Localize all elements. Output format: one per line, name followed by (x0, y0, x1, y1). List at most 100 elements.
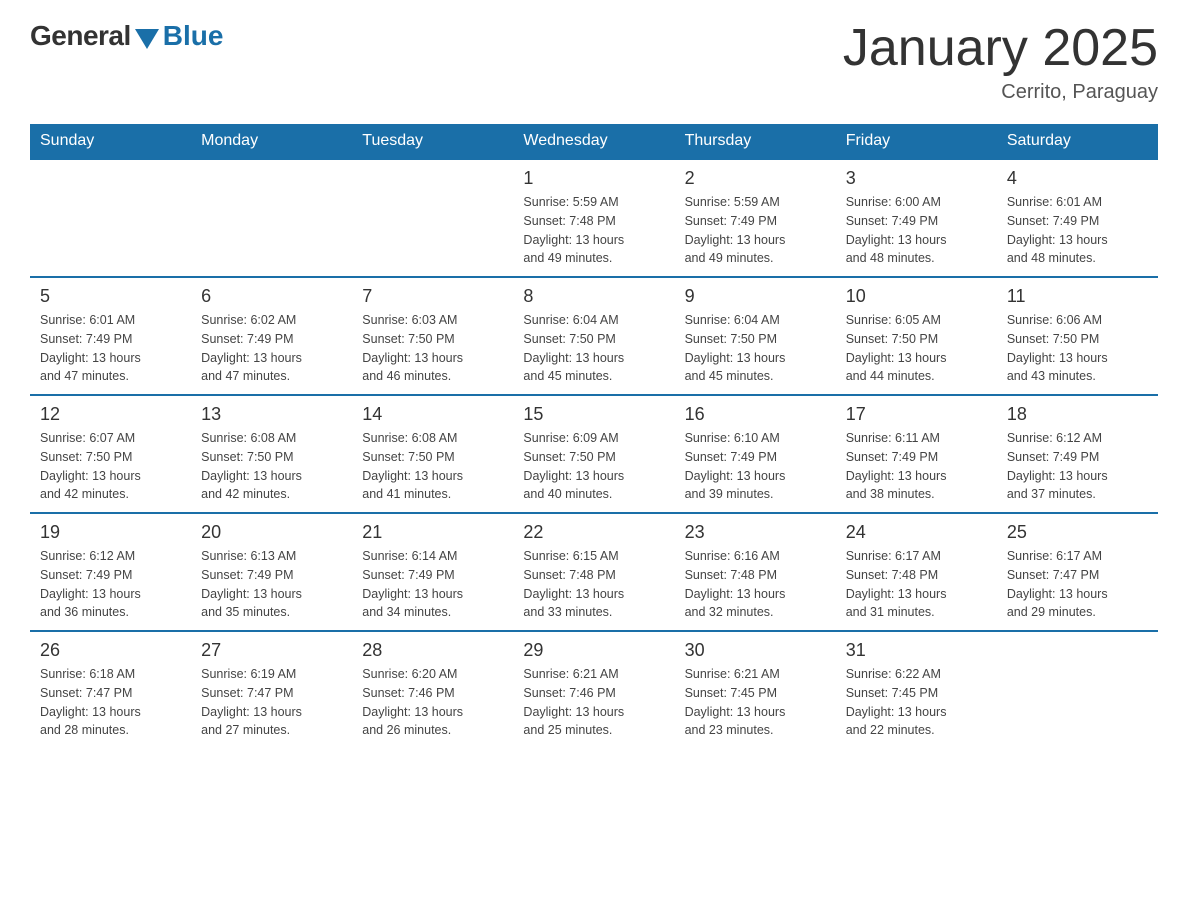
calendar-cell: 30 Sunrise: 6:21 AM Sunset: 7:45 PM Dayli… (675, 631, 836, 748)
calendar-cell: 16Sunrise: 6:10 AM Sunset: 7:49 PM Dayli… (675, 395, 836, 513)
day-info: Sunrise: 6:01 AM Sunset: 7:49 PM Dayligh… (40, 311, 181, 386)
day-info: Sunrise: 6:17 AM Sunset: 7:48 PM Dayligh… (846, 547, 987, 622)
calendar-cell: 28 Sunrise: 6:20 AM Sunset: 7:46 PM Dayli… (352, 631, 513, 748)
day-number: 7 (362, 286, 503, 307)
calendar-cell: 10Sunrise: 6:05 AM Sunset: 7:50 PM Dayli… (836, 277, 997, 395)
calendar-cell (352, 159, 513, 277)
calendar-cell: 11Sunrise: 6:06 AM Sunset: 7:50 PM Dayli… (997, 277, 1158, 395)
day-number: 2 (685, 168, 826, 189)
calendar-cell: 13 Sunrise: 6:08 AM Sunset: 7:50 PM Dayli… (191, 395, 352, 513)
calendar-table: SundayMondayTuesdayWednesdayThursdayFrid… (30, 124, 1158, 748)
day-info: Sunrise: 6:21 AM Sunset: 7:46 PM Dayligh… (523, 665, 664, 740)
calendar-cell (191, 159, 352, 277)
calendar-week-3: 12 Sunrise: 6:07 AM Sunset: 7:50 PM Dayli… (30, 395, 1158, 513)
day-info: Sunrise: 6:21 AM Sunset: 7:45 PM Dayligh… (685, 665, 826, 740)
day-info: Sunrise: 6:18 AM Sunset: 7:47 PM Dayligh… (40, 665, 181, 740)
day-number: 20 (201, 522, 342, 543)
calendar-cell: 22 Sunrise: 6:15 AM Sunset: 7:48 PM Dayli… (513, 513, 674, 631)
day-number: 22 (523, 522, 664, 543)
day-number: 26 (40, 640, 181, 661)
day-number: 25 (1007, 522, 1148, 543)
logo-blue-text: Blue (163, 20, 224, 52)
calendar-cell: 18 Sunrise: 6:12 AM Sunset: 7:49 PM Dayli… (997, 395, 1158, 513)
day-info: Sunrise: 6:07 AM Sunset: 7:50 PM Dayligh… (40, 429, 181, 504)
day-number: 12 (40, 404, 181, 425)
day-number: 17 (846, 404, 987, 425)
day-info: Sunrise: 6:00 AM Sunset: 7:49 PM Dayligh… (846, 193, 987, 268)
day-info: Sunrise: 6:17 AM Sunset: 7:47 PM Dayligh… (1007, 547, 1148, 622)
calendar-cell: 27 Sunrise: 6:19 AM Sunset: 7:47 PM Dayli… (191, 631, 352, 748)
calendar-week-5: 26 Sunrise: 6:18 AM Sunset: 7:47 PM Dayli… (30, 631, 1158, 748)
calendar-cell: 24 Sunrise: 6:17 AM Sunset: 7:48 PM Dayli… (836, 513, 997, 631)
day-info: Sunrise: 6:20 AM Sunset: 7:46 PM Dayligh… (362, 665, 503, 740)
calendar-cell (997, 631, 1158, 748)
day-number: 27 (201, 640, 342, 661)
day-info: Sunrise: 6:12 AM Sunset: 7:49 PM Dayligh… (40, 547, 181, 622)
location-text: Cerrito, Paraguay (843, 81, 1158, 104)
day-number: 15 (523, 404, 664, 425)
calendar-cell: 3 Sunrise: 6:00 AM Sunset: 7:49 PM Daylig… (836, 159, 997, 277)
day-info: Sunrise: 6:06 AM Sunset: 7:50 PM Dayligh… (1007, 311, 1148, 386)
calendar-cell: 25 Sunrise: 6:17 AM Sunset: 7:47 PM Dayli… (997, 513, 1158, 631)
calendar-cell: 7 Sunrise: 6:03 AM Sunset: 7:50 PM Daylig… (352, 277, 513, 395)
column-header-saturday: Saturday (997, 124, 1158, 159)
day-info: Sunrise: 6:15 AM Sunset: 7:48 PM Dayligh… (523, 547, 664, 622)
day-number: 5 (40, 286, 181, 307)
day-info: Sunrise: 6:22 AM Sunset: 7:45 PM Dayligh… (846, 665, 987, 740)
day-info: Sunrise: 6:19 AM Sunset: 7:47 PM Dayligh… (201, 665, 342, 740)
month-title: January 2025 (843, 20, 1158, 77)
calendar-cell: 19 Sunrise: 6:12 AM Sunset: 7:49 PM Dayli… (30, 513, 191, 631)
day-info: Sunrise: 6:09 AM Sunset: 7:50 PM Dayligh… (523, 429, 664, 504)
day-number: 19 (40, 522, 181, 543)
day-number: 23 (685, 522, 826, 543)
day-number: 18 (1007, 404, 1148, 425)
calendar-cell: 21 Sunrise: 6:14 AM Sunset: 7:49 PM Dayli… (352, 513, 513, 631)
calendar-cell: 1 Sunrise: 5:59 AM Sunset: 7:48 PM Daylig… (513, 159, 674, 277)
day-info: Sunrise: 5:59 AM Sunset: 7:48 PM Dayligh… (523, 193, 664, 268)
day-number: 6 (201, 286, 342, 307)
day-info: Sunrise: 6:01 AM Sunset: 7:49 PM Dayligh… (1007, 193, 1148, 268)
calendar-cell: 6 Sunrise: 6:02 AM Sunset: 7:49 PM Daylig… (191, 277, 352, 395)
day-number: 13 (201, 404, 342, 425)
day-number: 24 (846, 522, 987, 543)
logo-general-text: General (30, 20, 131, 52)
column-header-wednesday: Wednesday (513, 124, 674, 159)
calendar-cell: 17 Sunrise: 6:11 AM Sunset: 7:49 PM Dayli… (836, 395, 997, 513)
page-header: General Blue January 2025 Cerrito, Parag… (30, 20, 1158, 104)
header-row: SundayMondayTuesdayWednesdayThursdayFrid… (30, 124, 1158, 159)
calendar-cell: 9 Sunrise: 6:04 AM Sunset: 7:50 PM Daylig… (675, 277, 836, 395)
day-number: 3 (846, 168, 987, 189)
calendar-cell: 8Sunrise: 6:04 AM Sunset: 7:50 PM Daylig… (513, 277, 674, 395)
column-header-monday: Monday (191, 124, 352, 159)
day-number: 31 (846, 640, 987, 661)
day-info: Sunrise: 6:12 AM Sunset: 7:49 PM Dayligh… (1007, 429, 1148, 504)
day-number: 1 (523, 168, 664, 189)
calendar-week-4: 19 Sunrise: 6:12 AM Sunset: 7:49 PM Dayli… (30, 513, 1158, 631)
day-info: Sunrise: 5:59 AM Sunset: 7:49 PM Dayligh… (685, 193, 826, 268)
column-header-sunday: Sunday (30, 124, 191, 159)
day-info: Sunrise: 6:11 AM Sunset: 7:49 PM Dayligh… (846, 429, 987, 504)
calendar-cell: 31 Sunrise: 6:22 AM Sunset: 7:45 PM Dayli… (836, 631, 997, 748)
day-number: 14 (362, 404, 503, 425)
calendar-cell: 29Sunrise: 6:21 AM Sunset: 7:46 PM Dayli… (513, 631, 674, 748)
day-info: Sunrise: 6:16 AM Sunset: 7:48 PM Dayligh… (685, 547, 826, 622)
day-info: Sunrise: 6:08 AM Sunset: 7:50 PM Dayligh… (201, 429, 342, 504)
day-info: Sunrise: 6:05 AM Sunset: 7:50 PM Dayligh… (846, 311, 987, 386)
day-number: 21 (362, 522, 503, 543)
calendar-cell: 2 Sunrise: 5:59 AM Sunset: 7:49 PM Daylig… (675, 159, 836, 277)
day-number: 9 (685, 286, 826, 307)
calendar-cell: 14 Sunrise: 6:08 AM Sunset: 7:50 PM Dayli… (352, 395, 513, 513)
day-info: Sunrise: 6:03 AM Sunset: 7:50 PM Dayligh… (362, 311, 503, 386)
calendar-cell: 12 Sunrise: 6:07 AM Sunset: 7:50 PM Dayli… (30, 395, 191, 513)
day-number: 4 (1007, 168, 1148, 189)
day-info: Sunrise: 6:04 AM Sunset: 7:50 PM Dayligh… (685, 311, 826, 386)
calendar-cell (30, 159, 191, 277)
title-section: January 2025 Cerrito, Paraguay (843, 20, 1158, 104)
column-header-tuesday: Tuesday (352, 124, 513, 159)
day-number: 28 (362, 640, 503, 661)
day-info: Sunrise: 6:02 AM Sunset: 7:49 PM Dayligh… (201, 311, 342, 386)
day-info: Sunrise: 6:08 AM Sunset: 7:50 PM Dayligh… (362, 429, 503, 504)
day-info: Sunrise: 6:14 AM Sunset: 7:49 PM Dayligh… (362, 547, 503, 622)
calendar-cell: 26 Sunrise: 6:18 AM Sunset: 7:47 PM Dayli… (30, 631, 191, 748)
day-number: 30 (685, 640, 826, 661)
